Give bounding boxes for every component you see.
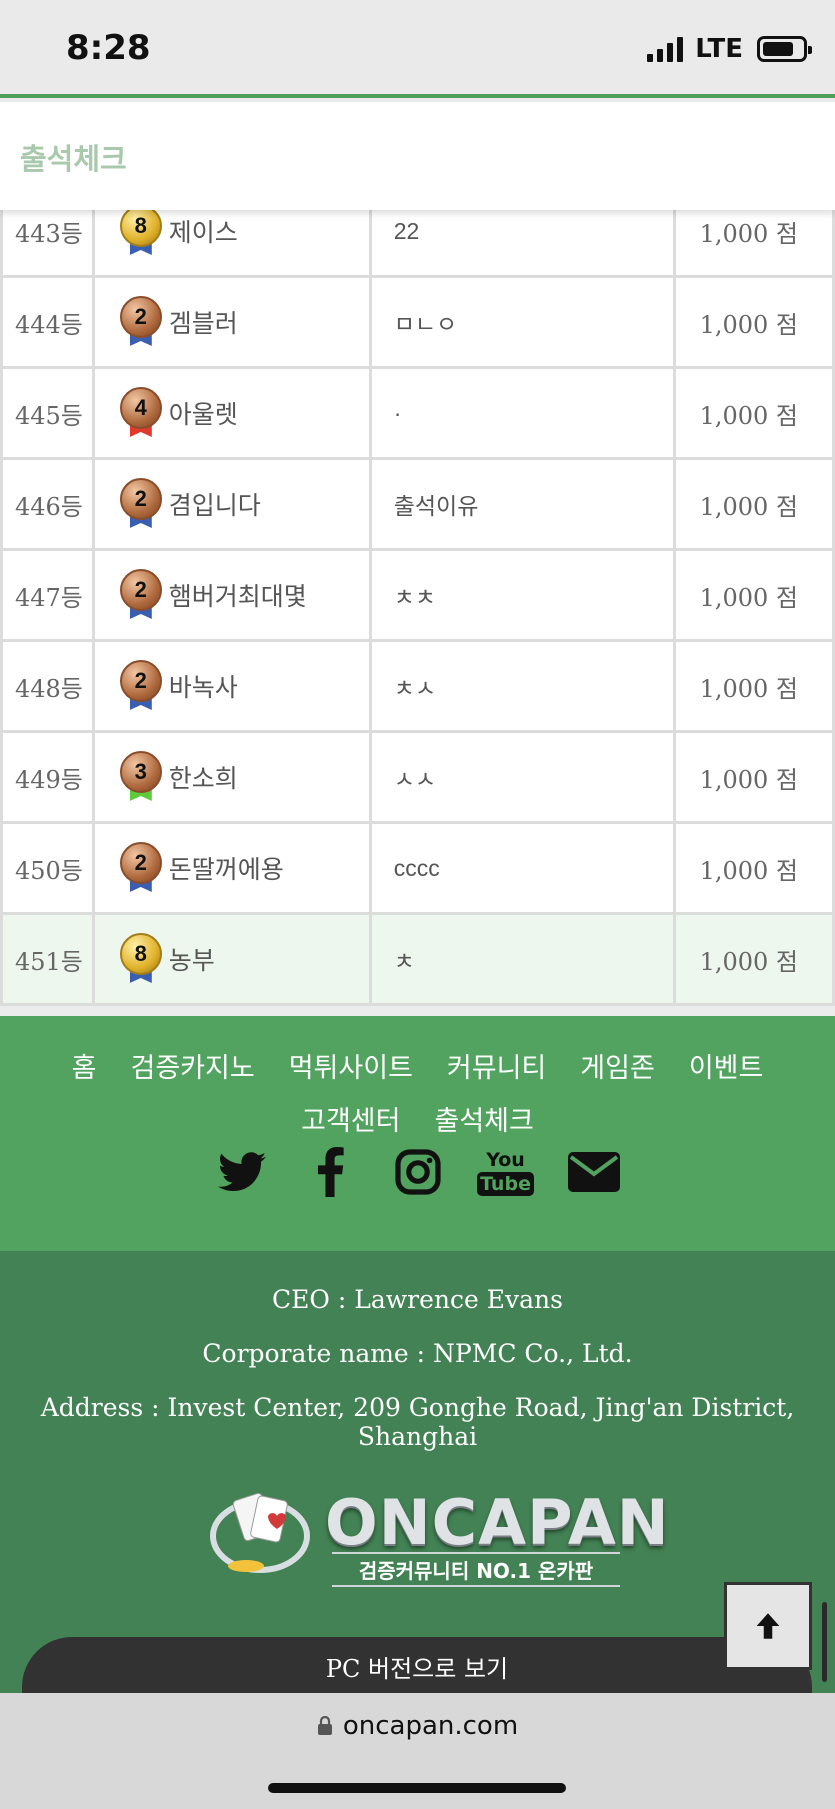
- points-cell: 1,000 점: [673, 821, 835, 915]
- points-cell: 1,000 점: [673, 366, 835, 460]
- attendance-message: ㅅㅅ: [393, 766, 437, 792]
- table-row: 448등 2 바녹사 ㅊㅅ 1,000 점: [0, 639, 835, 733]
- username[interactable]: 겸입니다: [169, 486, 261, 522]
- table-row: 450등 2 돈딸꺼에용 cccc 1,000 점: [0, 821, 835, 915]
- footer-link-events[interactable]: 이벤트: [689, 1046, 764, 1085]
- username[interactable]: 겜블러: [169, 304, 238, 340]
- sticky-header: 출석체크: [0, 102, 835, 210]
- footer-link-scam-sites[interactable]: 먹튀사이트: [289, 1046, 413, 1085]
- scroll-to-top-button[interactable]: [724, 1582, 812, 1670]
- lock-icon: [317, 1716, 332, 1735]
- pc-version-button[interactable]: PC 버전으로 보기: [22, 1637, 812, 1693]
- rank-cell: 447등: [0, 548, 95, 642]
- home-indicator: [268, 1783, 566, 1793]
- logo-wordmark: ONCAPAN: [325, 1486, 670, 1559]
- level-badge-icon: 2: [119, 296, 163, 348]
- status-indicators: LTE: [647, 34, 812, 64]
- points-cell: 1,000 점: [673, 275, 835, 369]
- network-label: LTE: [695, 34, 743, 64]
- attendance-message: ㅁㄴㅇ: [393, 311, 458, 337]
- username[interactable]: 제이스: [169, 213, 238, 249]
- rank-cell: 451등: [0, 912, 95, 1006]
- username[interactable]: 농부: [169, 941, 215, 977]
- table-row-current-user: 451등 8 농부 ㅊ 1,000 점: [0, 912, 835, 1006]
- cards-chip-icon: [210, 1492, 310, 1573]
- logo-tagline: 검증커뮤니티 NO.1 온카판: [332, 1552, 620, 1587]
- level-badge-icon: 2: [119, 569, 163, 621]
- username[interactable]: 햄버거최대몇: [169, 577, 307, 613]
- level-badge-icon: 2: [119, 478, 163, 530]
- attendance-message: ㅊㅊ: [393, 584, 437, 610]
- attendance-message: 출석이유: [393, 493, 479, 519]
- points-cell: 1,000 점: [673, 457, 835, 551]
- username[interactable]: 한소희: [169, 759, 238, 795]
- attendance-table: 443등 8 제이스 22 1,000 점 444등 2 겜블러 ㅁㄴㅇ 1,0…: [0, 184, 835, 1006]
- footer-link-attendance[interactable]: 출석체크: [435, 1099, 534, 1138]
- points-cell: 1,000 점: [673, 912, 835, 1006]
- attendance-message: ㅊ: [393, 948, 415, 974]
- level-badge-icon: 8: [119, 205, 163, 257]
- footer-link-verified-casino[interactable]: 검증카지노: [131, 1046, 255, 1085]
- points-cell: 1,000 점: [673, 639, 835, 733]
- url-text: oncapan.com: [342, 1711, 519, 1741]
- username[interactable]: 아울렛: [169, 395, 238, 431]
- points-cell: 1,000 점: [673, 730, 835, 824]
- attendance-message: 22: [393, 218, 420, 244]
- rank-cell: 444등: [0, 275, 95, 369]
- table-row: 446등 2 겸입니다 출석이유 1,000 점: [0, 457, 835, 551]
- page-title: 출석체크: [20, 144, 127, 176]
- battery-icon: [757, 36, 812, 62]
- address-text: Address : Invest Center, 209 Gonghe Road…: [40, 1393, 795, 1451]
- ceo-text: CEO : Lawrence Evans: [272, 1285, 563, 1314]
- rank-cell: 446등: [0, 457, 95, 551]
- rank-cell: 449등: [0, 730, 95, 824]
- rank-cell: 450등: [0, 821, 95, 915]
- rank-cell: 445등: [0, 366, 95, 460]
- attendance-message: ㅊㅅ: [393, 675, 437, 701]
- browser-toolbar: oncapan.com: [0, 1693, 835, 1809]
- footer-link-game-zone[interactable]: 게임존: [580, 1046, 655, 1085]
- corporate-name-text: Corporate name : NPMC Co., Ltd.: [202, 1339, 633, 1368]
- instagram-icon[interactable]: [392, 1146, 444, 1198]
- social-links: You Tube: [0, 1146, 835, 1198]
- address-bar[interactable]: oncapan.com: [0, 1711, 835, 1741]
- table-row: 447등 2 햄버거최대몇 ㅊㅊ 1,000 점: [0, 548, 835, 642]
- table-row: 449등 3 한소희 ㅅㅅ 1,000 점: [0, 730, 835, 824]
- status-bar: 8:28 LTE: [0, 0, 835, 98]
- username[interactable]: 바녹사: [169, 668, 238, 704]
- footer-link-home[interactable]: 홈: [72, 1046, 97, 1085]
- youtube-icon[interactable]: You Tube: [477, 1146, 534, 1198]
- scrollbar[interactable]: [822, 1602, 827, 1682]
- attendance-message: cccc: [393, 855, 440, 881]
- footer-link-customer-center[interactable]: 고객센터: [301, 1099, 400, 1138]
- arrow-up-icon: [756, 1613, 780, 1639]
- rank-cell: 448등: [0, 639, 95, 733]
- level-badge-icon: 2: [119, 842, 163, 894]
- footer-company-info: CEO : Lawrence Evans Corporate name : NP…: [0, 1251, 835, 1693]
- level-badge-icon: 2: [119, 660, 163, 712]
- level-badge-icon: 3: [119, 751, 163, 803]
- username[interactable]: 돈딸꺼에용: [169, 850, 284, 886]
- facebook-icon[interactable]: [304, 1146, 356, 1198]
- level-badge-icon: 4: [119, 387, 163, 439]
- table-row: 444등 2 겜블러 ㅁㄴㅇ 1,000 점: [0, 275, 835, 369]
- attendance-message: ·: [393, 400, 402, 426]
- oncapan-logo[interactable]: ONCAPAN 검증커뮤니티 NO.1 온카판: [210, 1486, 669, 1587]
- footer-link-community[interactable]: 커뮤니티: [447, 1046, 546, 1085]
- points-cell: 1,000 점: [673, 548, 835, 642]
- status-time: 8:28: [66, 28, 151, 68]
- footer-nav: 홈 검증카지노 먹튀사이트 커뮤니티 게임존 이벤트 고객센터 출석체크 You…: [0, 1016, 835, 1251]
- level-badge-icon: 8: [119, 933, 163, 985]
- table-row: 445등 4 아울렛 · 1,000 점: [0, 366, 835, 460]
- signal-icon: [647, 36, 684, 62]
- email-icon[interactable]: [567, 1146, 620, 1198]
- twitter-icon[interactable]: [216, 1146, 268, 1198]
- page-content[interactable]: 443등 8 제이스 22 1,000 점 444등 2 겜블러 ㅁㄴㅇ 1,0…: [0, 102, 835, 1693]
- pc-version-label: PC 버전으로 보기: [325, 1655, 509, 1683]
